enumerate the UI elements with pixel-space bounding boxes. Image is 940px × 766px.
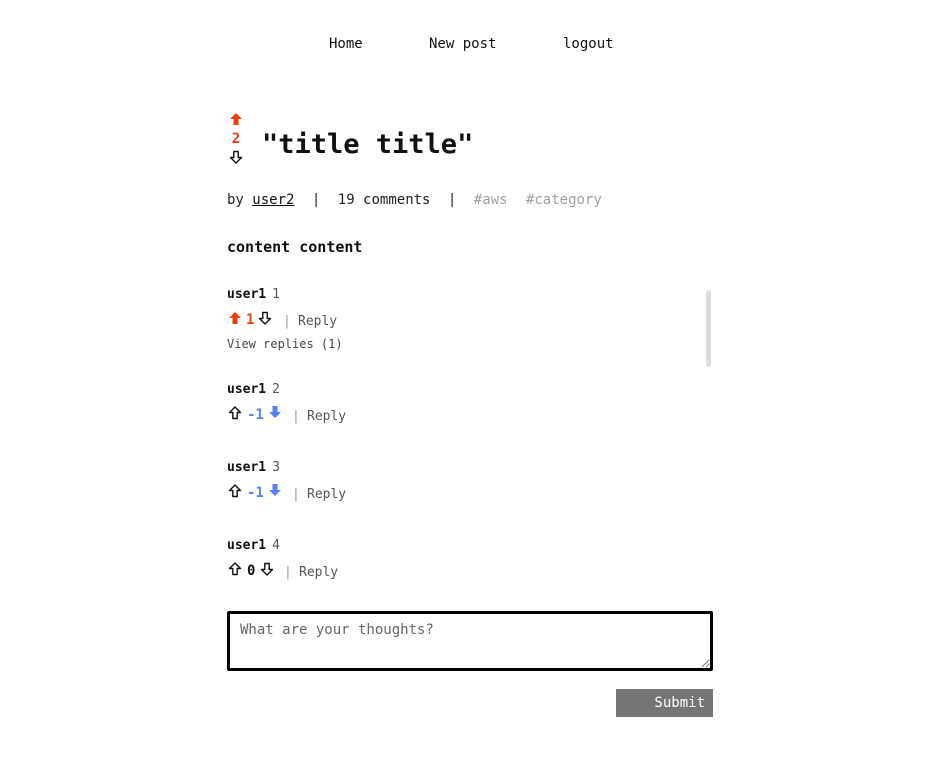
top-nav: Home New post logout	[0, 36, 940, 56]
comment-score: 0	[247, 563, 256, 579]
comment-author[interactable]: user1	[227, 460, 266, 475]
comment-score: 1	[246, 312, 255, 328]
post-score: 2	[231, 131, 241, 147]
arrow-down-outline-icon	[260, 562, 274, 576]
comment-downvote-button[interactable]	[260, 562, 274, 580]
comment-author[interactable]: user1	[227, 382, 266, 397]
post-upvote-button[interactable]	[227, 112, 245, 126]
comment-item: user1 4 0 | Reply	[227, 538, 697, 580]
arrow-up-outline-icon	[228, 562, 242, 576]
reply-button[interactable]: Reply	[299, 565, 338, 580]
submit-button[interactable]: Submit	[616, 689, 713, 717]
comment-text: 3	[272, 460, 280, 475]
arrow-down-filled-icon	[269, 484, 281, 496]
comment-upvote-button[interactable]	[228, 484, 242, 502]
action-separator: |	[292, 409, 300, 424]
tag-link[interactable]: #category	[526, 192, 602, 208]
arrow-up-outline-icon	[228, 484, 242, 498]
comment-item: user1 3 -1 | Reply	[227, 460, 697, 502]
comment-upvote-button[interactable]	[228, 562, 242, 580]
arrow-down-outline-icon	[258, 311, 272, 325]
arrow-down-outline-icon	[229, 150, 243, 164]
comment-score: -1	[247, 407, 264, 423]
comment-text: 4	[272, 538, 280, 553]
nav-logout-link[interactable]: logout	[563, 36, 614, 52]
comment-text: 2	[272, 382, 280, 397]
comment-upvote-button[interactable]	[228, 311, 242, 329]
action-separator: |	[292, 487, 300, 502]
comment-downvote-button[interactable]	[268, 483, 282, 501]
view-replies-link[interactable]: View replies (1)	[227, 337, 343, 351]
arrow-up-filled-icon	[229, 312, 241, 324]
tag-link[interactable]: #aws	[474, 192, 508, 208]
comments-scrollbar[interactable]	[706, 290, 711, 367]
comment-downvote-button[interactable]	[268, 405, 282, 423]
nav-new-post-link[interactable]: New post	[429, 36, 496, 52]
reply-button[interactable]: Reply	[307, 409, 346, 424]
comment-textarea[interactable]	[227, 611, 713, 671]
meta-separator: |	[447, 192, 457, 208]
comment-score: -1	[247, 485, 264, 501]
action-separator: |	[284, 565, 292, 580]
arrow-up-outline-icon	[228, 406, 242, 420]
comment-item: user1 1 1 | Reply View replies (1)	[227, 287, 697, 351]
comment-upvote-button[interactable]	[228, 406, 242, 424]
action-separator: |	[283, 314, 291, 329]
reply-button[interactable]: Reply	[298, 314, 337, 329]
post-vote-column: 2	[227, 110, 245, 164]
post-title: "title title"	[262, 129, 474, 160]
reply-button[interactable]: Reply	[307, 487, 346, 502]
nav-home-link[interactable]: Home	[329, 36, 363, 52]
post-content: content content	[227, 238, 363, 256]
comments-count: 19 comments	[337, 192, 431, 208]
comment-item: user1 2 -1 | Reply	[227, 382, 697, 424]
comment-text: 1	[272, 287, 280, 302]
post-author-link[interactable]: user2	[252, 192, 294, 208]
comment-downvote-button[interactable]	[258, 311, 272, 329]
meta-separator: |	[311, 192, 321, 208]
post-downvote-button[interactable]	[227, 150, 245, 164]
by-label: by	[227, 192, 244, 208]
arrow-up-filled-icon	[230, 113, 242, 125]
comment-author[interactable]: user1	[227, 287, 266, 302]
comment-author[interactable]: user1	[227, 538, 266, 553]
arrow-down-filled-icon	[269, 406, 281, 418]
post-meta: by user2 | 19 comments | #aws #category	[227, 192, 612, 208]
